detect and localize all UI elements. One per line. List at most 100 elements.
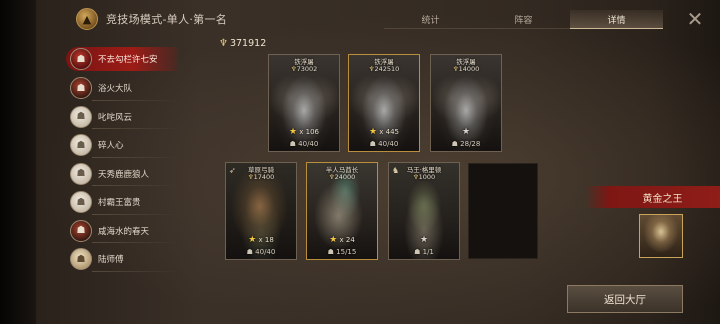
avatar: ☗ <box>70 219 92 242</box>
unit-stars: ★ <box>389 235 459 245</box>
unit-power-value: 1000 <box>418 173 436 181</box>
unit-card[interactable]: 铁浮屠 ♆242510 ★ x 445 ☗ 40/40 <box>348 54 420 152</box>
unit-power-value: 14000 <box>458 65 480 73</box>
unit-troop-count: 1/1 <box>422 248 434 256</box>
unit-card[interactable]: ➶ 草原弓骑 ♆17400 ★ x 18 ☗ 40/40 <box>225 162 297 260</box>
player-name: 咸海水的春天 <box>98 226 150 237</box>
unit-card[interactable]: 铁浮屠 ♆73002 ★ x 106 ☗ 40/40 <box>268 54 340 152</box>
troop-icon: ☗ <box>369 140 376 148</box>
unit-troops: ☗ 28/28 <box>431 140 501 148</box>
unit-power-value: 17400 <box>253 173 275 181</box>
divider <box>92 156 178 158</box>
player-name: 浴火大队 <box>98 84 133 95</box>
crest-icon: ▲ <box>76 8 98 30</box>
star-icon: ★ <box>461 127 471 137</box>
avatar: ☗ <box>70 105 92 128</box>
header: ▲ 竞技场模式-单人·第一名 <box>76 8 227 30</box>
avatar: ☗ <box>70 48 92 70</box>
player-list: ☗ 不去勾栏许七安 ☗ 浴火大队 ☗ 叱咤风云 ☗ 碎人心 ☗ 天秀鹿鹿狼人 ☗… <box>66 45 178 274</box>
player-name: 碎人心 <box>98 141 124 152</box>
player-item[interactable]: ☗ 叱咤风云 <box>66 103 178 132</box>
avatar: ☗ <box>70 162 92 185</box>
player-item[interactable]: ☗ 不去勾栏许七安 <box>66 47 178 71</box>
unit-card[interactable]: 铁浮屠 ♆14000 ★ ☗ 28/28 <box>430 54 502 152</box>
unit-stars: ★ <box>431 127 501 137</box>
return-lobby-button[interactable]: 返回大厅 <box>567 285 683 313</box>
unit-power: ♆14000 <box>431 65 501 73</box>
rank-banner: 黄金之王 <box>585 186 720 208</box>
star-icon: ★ <box>368 127 378 137</box>
player-item[interactable]: ☗ 咸海水的春天 <box>66 217 178 246</box>
empty-unit-slot[interactable] <box>468 163 538 259</box>
troop-icon: ☗ <box>414 248 421 256</box>
star-icon: ★ <box>288 127 298 137</box>
unit-troops: ☗ 40/40 <box>226 248 296 256</box>
unit-stars: ★ x 445 <box>349 127 419 137</box>
player-name: 陆师傅 <box>98 255 124 266</box>
unit-power-value: 24000 <box>334 173 356 181</box>
unit-power: ♆1000 <box>389 173 459 181</box>
troop-icon: ☗ <box>327 248 334 256</box>
divider <box>92 99 178 101</box>
player-item[interactable]: ☗ 碎人心 <box>66 131 178 160</box>
unit-troop-count: 15/15 <box>336 248 357 256</box>
unit-troop-count: 40/40 <box>255 248 276 256</box>
unit-power: ♆17400 <box>226 173 296 181</box>
unit-star-count: x 18 <box>258 236 274 244</box>
unit-troop-count: 40/40 <box>378 140 399 148</box>
unit-troops: ☗ 1/1 <box>389 248 459 256</box>
tab-statistics[interactable]: 统计 <box>384 10 477 29</box>
player-item[interactable]: ☗ 村霸王富贵 <box>66 188 178 217</box>
unit-star-count: x 445 <box>379 128 400 136</box>
tab-details[interactable]: 详情 <box>570 10 663 29</box>
avatar: ☗ <box>70 248 92 271</box>
unit-troops: ☗ 40/40 <box>269 140 339 148</box>
star-icon: ★ <box>419 235 429 245</box>
unit-troop-count: 40/40 <box>298 140 319 148</box>
troop-icon: ☗ <box>246 248 253 256</box>
rank-portrait[interactable] <box>639 214 683 258</box>
divider <box>92 185 178 186</box>
player-name: 不去勾栏许七安 <box>98 55 158 65</box>
close-icon[interactable]: ✕ <box>682 6 708 32</box>
page-title: 竞技场模式-单人·第一名 <box>106 13 228 26</box>
player-name: 天秀鹿鹿狼人 <box>98 169 150 180</box>
avatar: ☗ <box>70 77 92 100</box>
avatar: ☗ <box>70 134 92 157</box>
troop-icon: ☗ <box>289 140 296 148</box>
tab-lineup[interactable]: 阵容 <box>477 10 570 29</box>
unit-troop-count: 28/28 <box>460 140 481 148</box>
divider <box>92 270 178 272</box>
divider <box>92 242 178 243</box>
player-item[interactable]: ☗ 浴火大队 <box>66 74 178 103</box>
unit-stars: ★ x 24 <box>307 235 377 245</box>
unit-power: ♆73002 <box>269 65 339 73</box>
star-icon: ★ <box>329 235 338 245</box>
avatar: ☗ <box>70 191 92 214</box>
unit-power: ♆242510 <box>349 65 419 73</box>
tab-bar: 统计 阵容 详情 <box>384 10 664 29</box>
unit-power-value: 242510 <box>374 65 400 73</box>
rank-title: 黄金之王 <box>642 193 683 205</box>
troop-icon: ☗ <box>451 140 458 148</box>
player-item[interactable]: ☗ 陆师傅 <box>66 245 178 274</box>
player-name: 村霸王富贵 <box>98 198 141 209</box>
unit-stars: ★ x 106 <box>269 127 339 137</box>
unit-troops: ☗ 15/15 <box>307 248 377 256</box>
unit-power-value: 73002 <box>296 65 318 73</box>
divider <box>92 128 178 129</box>
player-item[interactable]: ☗ 天秀鹿鹿狼人 <box>66 160 178 189</box>
total-power-value: 371912 <box>229 38 267 49</box>
total-power: ♆ 371912 <box>219 38 266 49</box>
unit-power: ♆24000 <box>307 173 377 181</box>
unit-card[interactable]: 半人马酋长 ♆24000 ★ x 24 ☗ 15/15 <box>306 162 378 260</box>
unit-troops: ☗ 40/40 <box>349 140 419 148</box>
unit-stars: ★ x 18 <box>226 235 296 245</box>
unit-card[interactable]: ♞ 马王·格里顿 ♆1000 ★ ☗ 1/1 <box>388 162 460 260</box>
divider <box>92 213 178 215</box>
star-icon: ★ <box>248 235 257 245</box>
unit-star-count: x 24 <box>339 236 355 244</box>
unit-star-count: x 106 <box>299 128 320 136</box>
power-icon: ♆ <box>219 38 228 49</box>
left-edge-shadow <box>0 0 36 324</box>
